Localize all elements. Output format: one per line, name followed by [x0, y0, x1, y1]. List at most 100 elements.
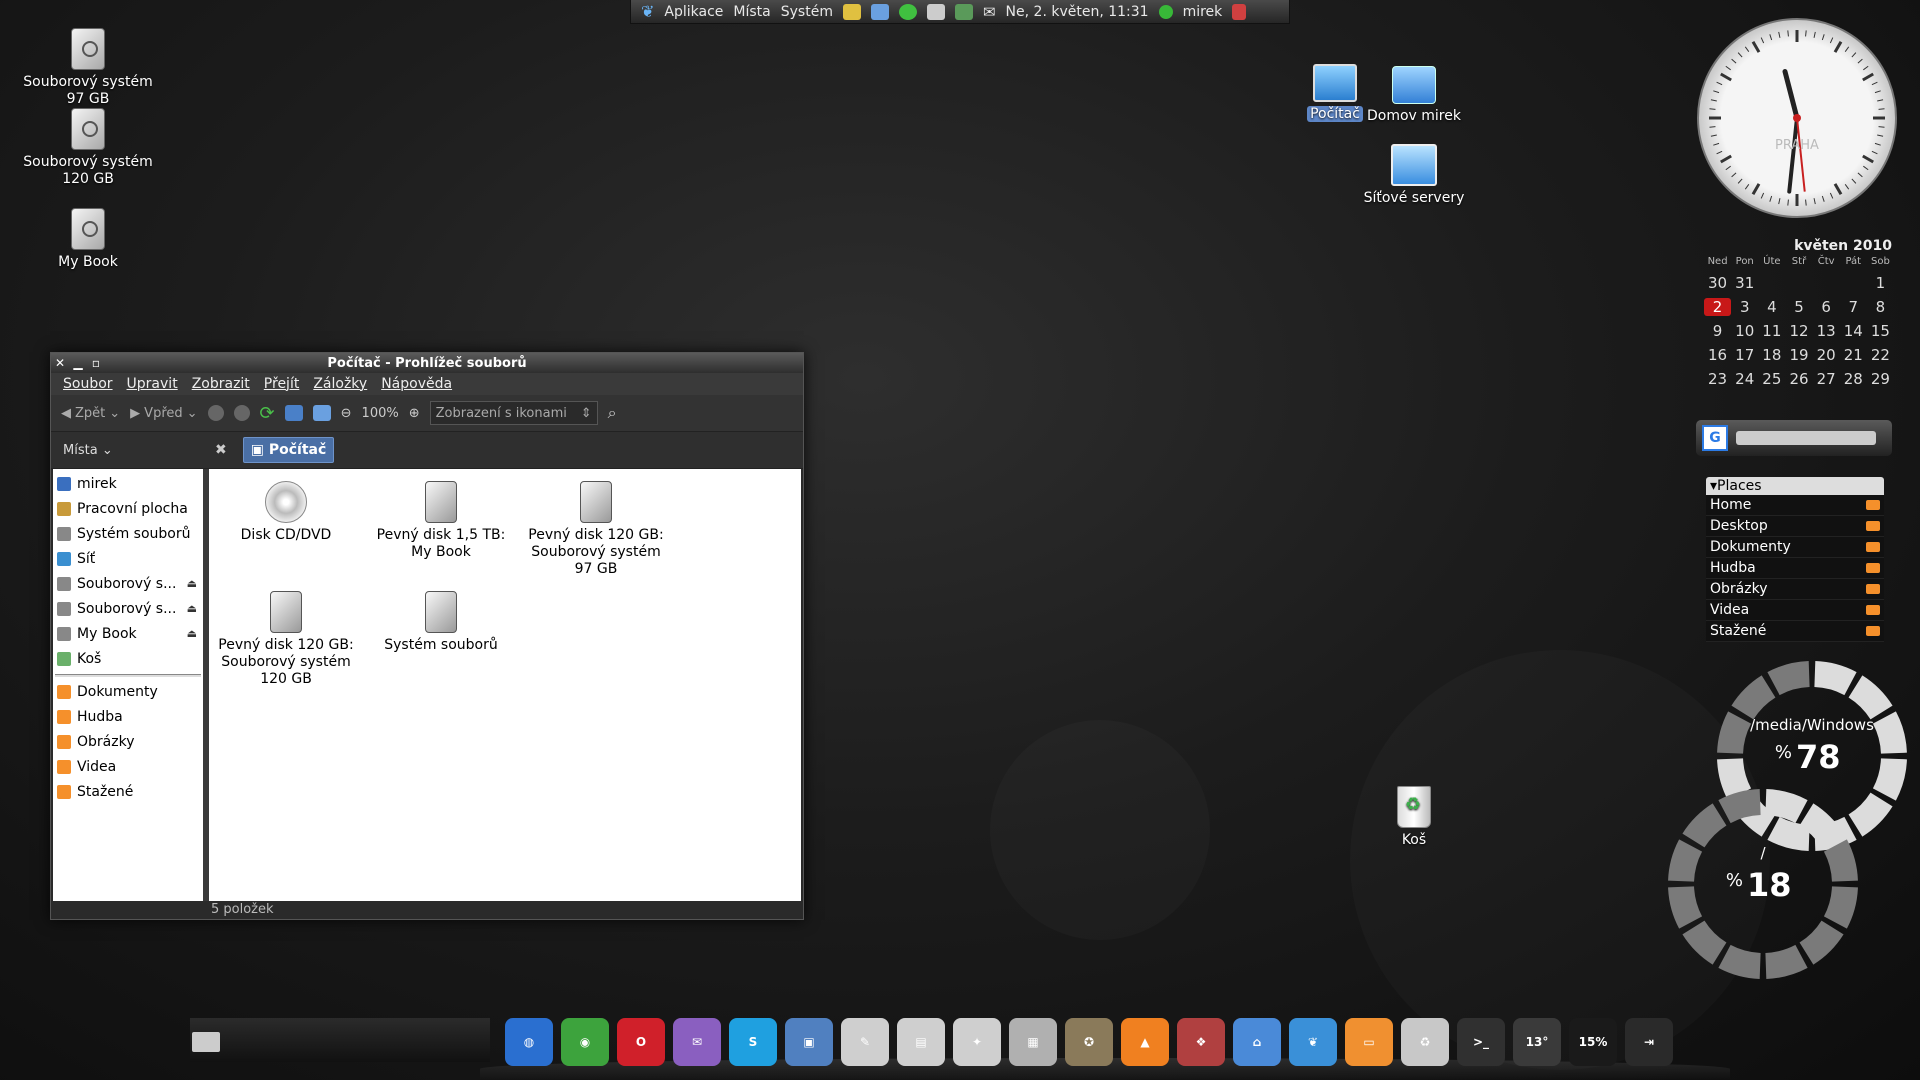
calendar-day[interactable]: 19: [1785, 346, 1812, 364]
search-input[interactable]: [1736, 431, 1876, 445]
places-widget-item[interactable]: Stažené: [1706, 621, 1884, 642]
menu-go[interactable]: Přejít: [264, 376, 300, 392]
calendar-day[interactable]: 18: [1758, 346, 1785, 364]
file-item-my-book[interactable]: Pevný disk 1,5 TB: My Book: [366, 481, 516, 561]
menu-system[interactable]: Systém: [781, 4, 833, 20]
calendar-day[interactable]: 7: [1840, 298, 1867, 316]
calendar-day[interactable]: 17: [1731, 346, 1758, 364]
desktop-thumbnail-icon[interactable]: [192, 1032, 220, 1052]
calendar-day[interactable]: 1: [1867, 274, 1894, 292]
sidebar-item-volume-1[interactable]: Souborový s... ⏏: [53, 571, 203, 596]
sidebar-item-volume-2[interactable]: Souborový s... ⏏: [53, 596, 203, 621]
dock-item-cpu[interactable]: 15%: [1569, 1018, 1617, 1066]
dock-item-gnome[interactable]: ❦: [1289, 1018, 1337, 1066]
dock-item-home-folder[interactable]: ⌂: [1233, 1018, 1281, 1066]
mail-launcher-icon[interactable]: [870, 3, 889, 20]
desktop-icon-my-book[interactable]: My Book: [13, 208, 163, 271]
dock-item-software-center[interactable]: ❖: [1177, 1018, 1225, 1066]
computer-icon[interactable]: [312, 405, 331, 421]
dock-item-writer[interactable]: ✎: [841, 1018, 889, 1066]
places-widget-item[interactable]: Desktop: [1706, 516, 1884, 537]
back-button[interactable]: ◀ Zpět ⌄: [61, 406, 120, 421]
dock-item-gimp[interactable]: ✪: [1065, 1018, 1113, 1066]
calendar-day[interactable]: 14: [1840, 322, 1867, 340]
minimize-icon[interactable]: ▁: [69, 356, 87, 370]
calendar-day[interactable]: 3: [1731, 298, 1758, 316]
sidebar-bookmark-documents[interactable]: Dokumenty: [53, 679, 203, 704]
shutdown-icon[interactable]: [1232, 3, 1247, 20]
menu-file[interactable]: Soubor: [63, 376, 113, 392]
calendar-day[interactable]: 6: [1813, 298, 1840, 316]
desktop-icon-home[interactable]: Domov mirek: [1339, 66, 1489, 125]
file-item-filesystem-120[interactable]: Pevný disk 120 GB: Souborový systém 120 …: [211, 591, 361, 688]
windows-icon[interactable]: [926, 3, 945, 20]
calendar-day[interactable]: 28: [1840, 370, 1867, 388]
calendar-day[interactable]: 5: [1785, 298, 1812, 316]
window-titlebar[interactable]: ✕ ▁ ▫ Počítač - Prohlížeč souborů: [51, 353, 803, 373]
calendar-day[interactable]: 27: [1813, 370, 1840, 388]
maximize-icon[interactable]: ▫: [87, 356, 105, 370]
places-dropdown[interactable]: Místa ⌄: [51, 443, 215, 458]
dock-item-terminal[interactable]: >_: [1457, 1018, 1505, 1066]
reload-icon[interactable]: ⟳: [260, 403, 275, 424]
places-widget-item[interactable]: Dokumenty: [1706, 537, 1884, 558]
places-widget-item[interactable]: Home: [1706, 495, 1884, 516]
eject-icon[interactable]: ⏏: [187, 577, 197, 590]
sidebar-bookmark-videos[interactable]: Videa: [53, 754, 203, 779]
calendar-day[interactable]: 31: [1731, 274, 1758, 292]
desktop-icon-network-servers[interactable]: Síťové servery: [1339, 144, 1489, 207]
dock-item-folders[interactable]: ▭: [1345, 1018, 1393, 1066]
dock-item-calculator[interactable]: ▦: [1009, 1018, 1057, 1066]
places-widget-item[interactable]: Videa: [1706, 600, 1884, 621]
calendar-day[interactable]: 23: [1704, 370, 1731, 388]
calendar-day[interactable]: 20: [1813, 346, 1840, 364]
sidebar-item-trash[interactable]: Koš: [53, 646, 203, 671]
dock-item-skype[interactable]: S: [729, 1018, 777, 1066]
dock-item-impress[interactable]: ▤: [897, 1018, 945, 1066]
calendar-day[interactable]: 30: [1704, 274, 1731, 292]
up-icon[interactable]: [207, 405, 224, 421]
desktop-icon-filesystem-120[interactable]: Souborový systém 120 GB: [13, 108, 163, 188]
dock-item-vlc[interactable]: ▲: [1121, 1018, 1169, 1066]
menu-places[interactable]: Místa: [733, 4, 770, 20]
file-item-filesystem-97[interactable]: Pevný disk 120 GB: Souborový systém 97 G…: [521, 481, 671, 578]
close-icon[interactable]: ✕: [51, 356, 69, 370]
sidebar-item-home[interactable]: mirek: [53, 471, 203, 496]
menu-applications[interactable]: Aplikace: [664, 4, 723, 20]
user-name[interactable]: mirek: [1183, 4, 1223, 20]
calendar-day[interactable]: 10: [1731, 322, 1758, 340]
sidebar-bookmark-pictures[interactable]: Obrázky: [53, 729, 203, 754]
calendar-day[interactable]: 11: [1758, 322, 1785, 340]
calendar-day[interactable]: 9: [1704, 322, 1731, 340]
dock-item-pidgin[interactable]: ✉: [673, 1018, 721, 1066]
calendar-day[interactable]: 29: [1867, 370, 1894, 388]
stop-icon[interactable]: [233, 405, 250, 421]
places-widget-item[interactable]: Hudba: [1706, 558, 1884, 579]
places-widget-item[interactable]: Obrázky: [1706, 579, 1884, 600]
calendar-day[interactable]: 4: [1758, 298, 1785, 316]
folder-launcher-icon[interactable]: [842, 3, 861, 20]
view-mode-select[interactable]: Zobrazení s ikonami ⇕: [429, 401, 598, 425]
zoom-out-icon[interactable]: ⊖: [341, 406, 352, 421]
calendar-day[interactable]: 15: [1867, 322, 1894, 340]
home-icon[interactable]: [284, 405, 303, 421]
calendar-day[interactable]: 13: [1813, 322, 1840, 340]
dock-item-chrome[interactable]: ◉: [561, 1018, 609, 1066]
eject-icon[interactable]: ⏏: [187, 627, 197, 640]
calendar-day[interactable]: 8: [1867, 298, 1894, 316]
calendar-day[interactable]: 26: [1785, 370, 1812, 388]
eject-icon[interactable]: ⏏: [187, 602, 197, 615]
dock-item-trash[interactable]: ♻: [1401, 1018, 1449, 1066]
close-sidebar-icon[interactable]: ✖: [215, 442, 227, 458]
dock-item-globe[interactable]: ◍: [505, 1018, 553, 1066]
file-item-cd-dvd[interactable]: Disk CD/DVD: [211, 481, 361, 544]
search-icon[interactable]: ⌕: [608, 403, 617, 423]
sidebar-item-desktop[interactable]: Pracovní plocha: [53, 496, 203, 521]
calendar-day[interactable]: 22: [1867, 346, 1894, 364]
forward-button[interactable]: ▶ Vpřed ⌄: [130, 406, 197, 421]
places-widget-header[interactable]: ▾Places: [1706, 477, 1884, 495]
calendar-day[interactable]: 16: [1704, 346, 1731, 364]
sidebar-bookmark-music[interactable]: Hudba: [53, 704, 203, 729]
calendar-day[interactable]: 25: [1758, 370, 1785, 388]
dock-item-logout[interactable]: ⇥: [1625, 1018, 1673, 1066]
